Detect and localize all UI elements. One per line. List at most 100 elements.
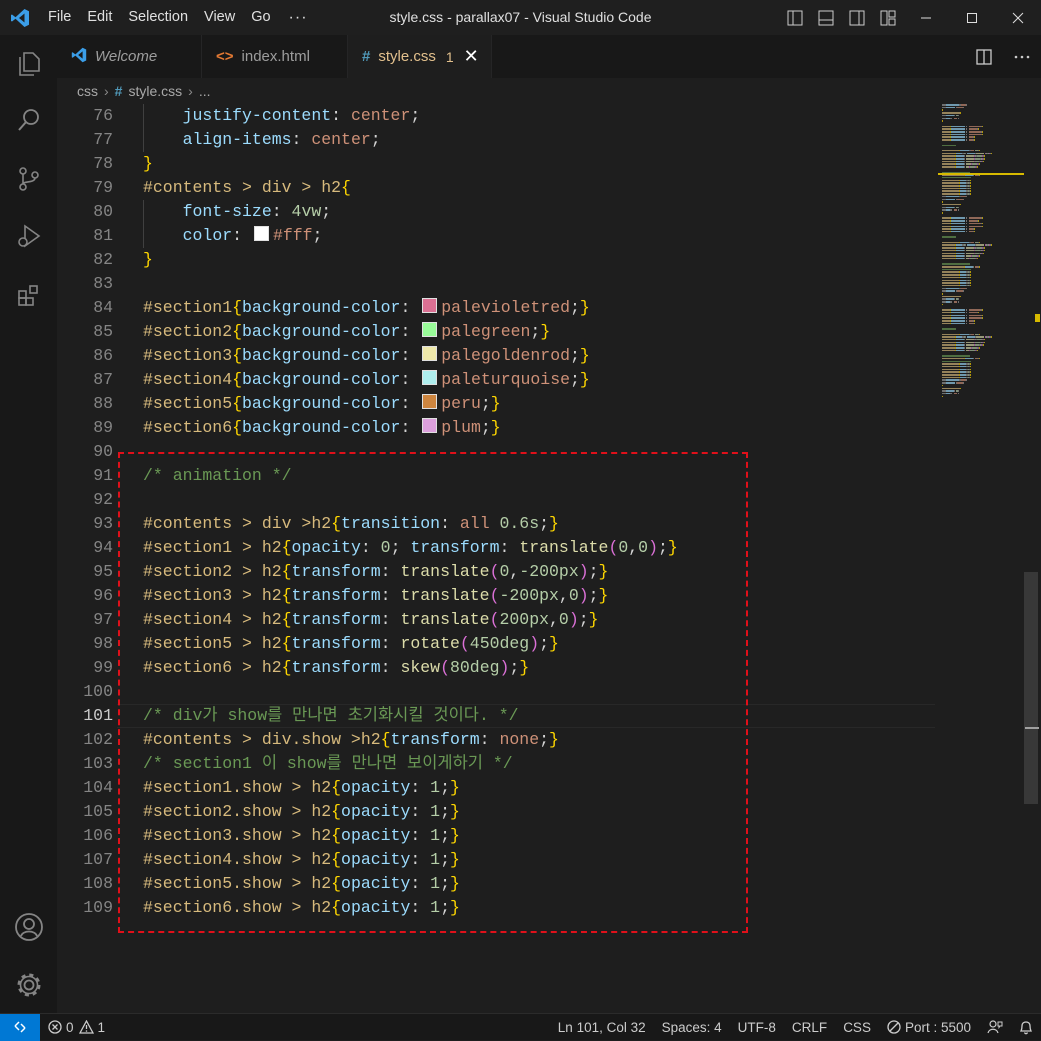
color-swatch[interactable]: [422, 370, 438, 385]
color-swatch[interactable]: [422, 394, 438, 409]
close-window-icon[interactable]: [995, 0, 1041, 35]
code-line[interactable]: #section6.show > h2{opacity: 1;}: [143, 896, 460, 920]
minimap-mark: [955, 247, 964, 249]
more-actions-button[interactable]: [1003, 35, 1041, 78]
code-line[interactable]: #contents > div.show >h2{transform: none…: [143, 728, 559, 752]
menu-file[interactable]: File: [40, 0, 79, 35]
remote-indicator-icon[interactable]: [0, 1013, 40, 1041]
code-line[interactable]: #section1{background-color: palevioletre…: [143, 296, 590, 320]
tab-welcome[interactable]: Welcome: [57, 35, 202, 78]
code-token: /* section1 이 show를 만나면 보이게하기 */: [143, 754, 513, 773]
encoding-setting[interactable]: UTF-8: [730, 1014, 784, 1041]
code-line[interactable]: #section6 > h2{transform: skew(80deg);}: [143, 656, 529, 680]
code-line[interactable]: #section3 > h2{transform: translate(-200…: [143, 584, 608, 608]
menu-selection[interactable]: Selection: [120, 0, 196, 35]
minimap-mark: [942, 266, 964, 268]
extensions-icon[interactable]: [0, 271, 57, 319]
code-token: background-color: [242, 346, 401, 365]
minimap-mark: [942, 374, 960, 376]
toggle-primary-sidebar-icon[interactable]: [779, 0, 810, 35]
split-editor-icon[interactable]: [965, 35, 1003, 78]
customize-layout-icon[interactable]: [872, 0, 903, 35]
menu-go[interactable]: Go: [243, 0, 278, 35]
live-server-port[interactable]: Port : 5500: [879, 1014, 979, 1041]
notifications-bell-icon[interactable]: [1011, 1014, 1041, 1041]
minimap-mark: [942, 244, 955, 246]
explorer-icon[interactable]: [0, 40, 57, 88]
code-line[interactable]: #section2 > h2{transform: translate(0,-2…: [143, 560, 608, 584]
manage-gear-icon[interactable]: [0, 961, 57, 1009]
code-token: :: [410, 802, 431, 821]
code-line[interactable]: /* section1 이 show를 만나면 보이게하기 */: [143, 752, 513, 776]
minimap-mark: [942, 311, 951, 314]
close-tab-icon[interactable]: ✕: [464, 46, 479, 67]
menu-edit[interactable]: Edit: [79, 0, 120, 35]
code-token: }: [588, 610, 599, 629]
code-line[interactable]: #section3{background-color: palegoldenro…: [143, 344, 590, 368]
code-line[interactable]: #section5{background-color: peru;}: [143, 392, 501, 416]
code-token: {: [331, 826, 342, 845]
color-swatch[interactable]: [422, 418, 438, 433]
code-line[interactable]: /* animation */: [143, 464, 292, 488]
code-line[interactable]: color: #fff;: [143, 224, 322, 248]
problems-status[interactable]: 0 1: [40, 1014, 113, 1041]
language-mode[interactable]: CSS: [835, 1014, 879, 1041]
code-line[interactable]: /* div가 show를 만나면 초기화시킬 것이다. */: [143, 704, 519, 728]
color-swatch[interactable]: [422, 322, 438, 337]
tab-index-html[interactable]: <> index.html: [202, 35, 348, 78]
code-line[interactable]: }: [143, 248, 153, 272]
scrollbar-thumb[interactable]: [1024, 572, 1038, 804]
code-line[interactable]: #section4{background-color: paleturquois…: [143, 368, 590, 392]
code-line[interactable]: #section2{background-color: palegreen;}: [143, 320, 550, 344]
indentation-setting[interactable]: Spaces: 4: [654, 1014, 730, 1041]
toggle-panel-icon[interactable]: [810, 0, 841, 35]
code-line[interactable]: #section4.show > h2{opacity: 1;}: [143, 848, 460, 872]
code-editor[interactable]: 76 justify-content: center; 77 align-item…: [57, 104, 1041, 1013]
minimize-icon[interactable]: [903, 0, 949, 35]
code-token: center: [350, 106, 411, 125]
minimap-mark: [982, 133, 983, 136]
code-token: #section1.show > h2: [143, 778, 332, 797]
code-line[interactable]: #section4 > h2{transform: translate(200p…: [143, 608, 599, 632]
cursor-position[interactable]: Ln 101, Col 32: [550, 1014, 654, 1041]
search-icon[interactable]: [0, 96, 57, 144]
code-line[interactable]: #section2.show > h2{opacity: 1;}: [143, 800, 460, 824]
breadcrumb-folder[interactable]: css: [77, 83, 98, 99]
code-token: transform: [410, 538, 500, 557]
code-line[interactable]: #contents > div > h2{: [143, 176, 351, 200]
minimap-mark: [969, 309, 981, 311]
menu-more-button[interactable]: ···: [279, 9, 318, 27]
code-line[interactable]: #contents > div >h2{transition: all 0.6s…: [143, 512, 559, 536]
color-swatch[interactable]: [422, 298, 438, 313]
code-line[interactable]: #section5.show > h2{opacity: 1;}: [143, 872, 460, 896]
feedback-icon[interactable]: [979, 1014, 1011, 1041]
minimap[interactable]: [938, 104, 1028, 404]
vertical-scrollbar[interactable]: [1023, 104, 1041, 1013]
minimap-mark: [970, 182, 972, 184]
eol-setting[interactable]: CRLF: [784, 1014, 835, 1041]
maximize-icon[interactable]: [949, 0, 995, 35]
source-control-icon[interactable]: [0, 155, 57, 203]
breadcrumb-file[interactable]: style.css: [128, 83, 182, 99]
code-line[interactable]: #section3.show > h2{opacity: 1;}: [143, 824, 460, 848]
minimap-mark: [964, 266, 973, 268]
tab-style-css[interactable]: # style.css 1 ✕: [348, 35, 492, 78]
accounts-icon[interactable]: [0, 903, 57, 951]
menu-view[interactable]: View: [196, 0, 243, 35]
code-line[interactable]: #section5 > h2{transform: rotate(450deg)…: [143, 632, 559, 656]
minimap-mark: [945, 106, 956, 109]
color-swatch[interactable]: [422, 346, 438, 361]
code-line[interactable]: }: [143, 152, 153, 176]
code-line[interactable]: justify-content: center;: [143, 104, 421, 128]
code-line[interactable]: #section6{background-color: plum;}: [143, 416, 501, 440]
minimap-mark: [960, 295, 961, 298]
code-line[interactable]: #section1.show > h2{opacity: 1;}: [143, 776, 460, 800]
breadcrumb-symbols[interactable]: ...: [199, 83, 211, 99]
code-line[interactable]: font-size: 4vw;: [143, 200, 332, 224]
toggle-secondary-sidebar-icon[interactable]: [841, 0, 872, 35]
code-line[interactable]: align-items: center;: [143, 128, 381, 152]
run-debug-icon[interactable]: [0, 212, 57, 260]
color-swatch[interactable]: [253, 226, 269, 241]
code-line[interactable]: #section1 > h2{opacity: 0; transform: tr…: [143, 536, 678, 560]
